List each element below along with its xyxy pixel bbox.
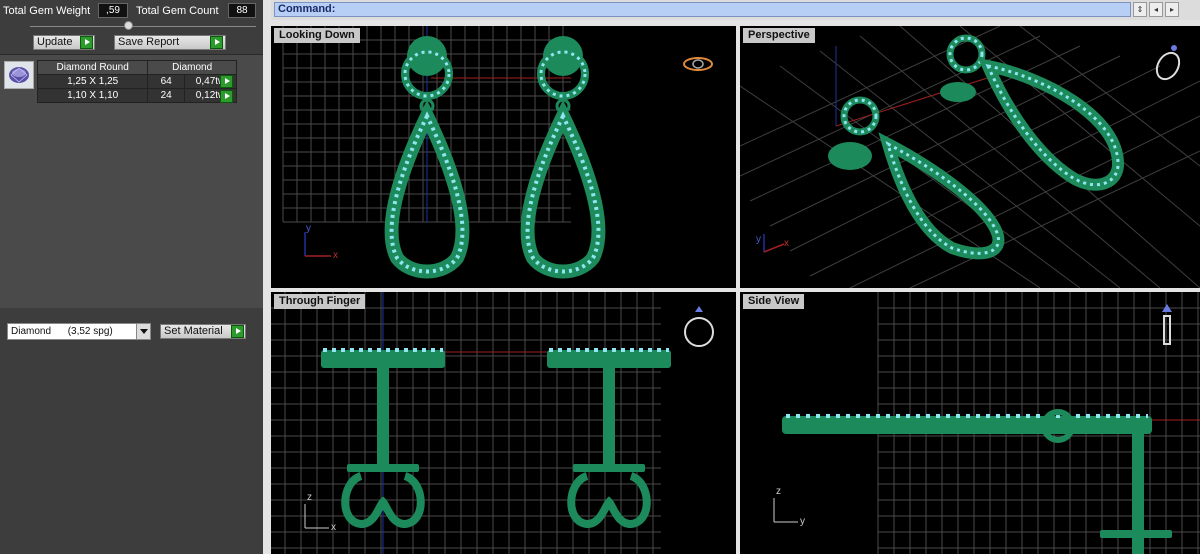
axis-indicator bbox=[773, 498, 798, 523]
panel-splitter[interactable] bbox=[263, 0, 271, 554]
save-report-go-icon[interactable] bbox=[210, 36, 223, 49]
axis-label-v: z bbox=[776, 486, 781, 497]
spin-updown-icon[interactable]: ⇕ bbox=[1133, 2, 1147, 17]
gem-size: 1,10 X 1,10 bbox=[36, 88, 149, 103]
gem-header-shape: Diamond Round bbox=[36, 60, 149, 75]
axis-label-h: x bbox=[784, 238, 789, 249]
gem-size: 1,25 X 1,25 bbox=[36, 74, 149, 89]
gem-header-type: Diamond bbox=[147, 60, 237, 75]
material-select[interactable]: Diamond (3,52 spg) bbox=[7, 323, 151, 340]
gem-table: Diamond Round Diamond 1,25 X 1,25 64 0,4… bbox=[36, 60, 237, 103]
ring-icon bbox=[684, 306, 714, 347]
viewport-side-view[interactable]: Side View z y bbox=[740, 292, 1200, 554]
chevron-right-icon[interactable]: ▸ bbox=[1165, 2, 1179, 17]
axis-label-h: x bbox=[333, 250, 338, 261]
set-material-go-icon[interactable] bbox=[231, 325, 244, 338]
axis-label-v: y bbox=[756, 234, 761, 245]
set-material-button-label: Set Material bbox=[164, 325, 223, 337]
slider-track[interactable] bbox=[30, 26, 256, 27]
command-input[interactable]: Command: bbox=[274, 2, 1131, 17]
viewport-title[interactable]: Side View bbox=[743, 294, 805, 309]
top-view-canvas[interactable] bbox=[271, 26, 736, 288]
command-label: Command: bbox=[278, 3, 336, 15]
viewport-through-finger[interactable]: Through Finger z x bbox=[271, 292, 736, 554]
viewport-title[interactable]: Looking Down bbox=[274, 28, 360, 43]
gem-row-go-icon[interactable] bbox=[220, 90, 233, 103]
total-gem-weight-value[interactable]: ,59 bbox=[98, 3, 128, 18]
axis-label-h: x bbox=[331, 522, 336, 533]
save-report-button-label: Save Report bbox=[118, 36, 180, 48]
total-gem-weight-label: Total Gem Weight bbox=[3, 5, 91, 17]
gem-list-area: Diamond Round Diamond 1,25 X 1,25 64 0,4… bbox=[0, 54, 263, 308]
axis-label-h: y bbox=[800, 516, 805, 527]
gem-panel: Total Gem Weight ,59 Total Gem Count 88 … bbox=[0, 0, 263, 554]
gem-row-go-icon[interactable] bbox=[220, 75, 233, 88]
gem-count: 64 bbox=[147, 74, 186, 89]
front-view-canvas[interactable] bbox=[271, 292, 736, 554]
axis-label-v: z bbox=[307, 492, 312, 503]
material-select-value: Diamond (3,52 spg) bbox=[11, 326, 113, 337]
total-gem-count-value[interactable]: 88 bbox=[228, 3, 256, 18]
axis-label-v: y bbox=[306, 223, 311, 234]
chevron-left-icon[interactable]: ◂ bbox=[1149, 2, 1163, 17]
ring-orientation-icon bbox=[683, 57, 713, 71]
earring-right-front[interactable] bbox=[547, 348, 671, 529]
gem-table-header: Diamond Round Diamond bbox=[36, 60, 237, 75]
slider-handle[interactable] bbox=[124, 21, 133, 30]
viewport-title[interactable]: Perspective bbox=[743, 28, 815, 43]
side-view-canvas[interactable] bbox=[740, 292, 1200, 554]
earring-left-front[interactable] bbox=[321, 348, 445, 529]
viewport-looking-down[interactable]: Looking Down y x bbox=[271, 26, 736, 288]
chevron-down-icon[interactable] bbox=[136, 324, 150, 339]
viewport-title[interactable]: Through Finger bbox=[274, 294, 366, 309]
update-go-icon[interactable] bbox=[80, 36, 93, 49]
command-bar: Command: ⇕ ◂ ▸ bbox=[271, 0, 1200, 20]
axis-indicator bbox=[763, 234, 785, 253]
table-row[interactable]: 1,10 X 1,10 24 0,12tw bbox=[36, 88, 237, 103]
earring-side[interactable] bbox=[782, 409, 1172, 554]
table-row[interactable]: 1,25 X 1,25 64 0,47tw bbox=[36, 74, 237, 89]
perspective-canvas[interactable] bbox=[740, 26, 1200, 288]
total-gem-count-label: Total Gem Count bbox=[136, 5, 219, 17]
update-button-label: Update bbox=[37, 36, 73, 48]
ring-orientation-icon bbox=[1155, 45, 1181, 81]
gem-count: 24 bbox=[147, 88, 186, 103]
viewport-perspective[interactable]: Perspective y x bbox=[740, 26, 1200, 288]
diamond-gem-icon[interactable] bbox=[4, 61, 34, 89]
